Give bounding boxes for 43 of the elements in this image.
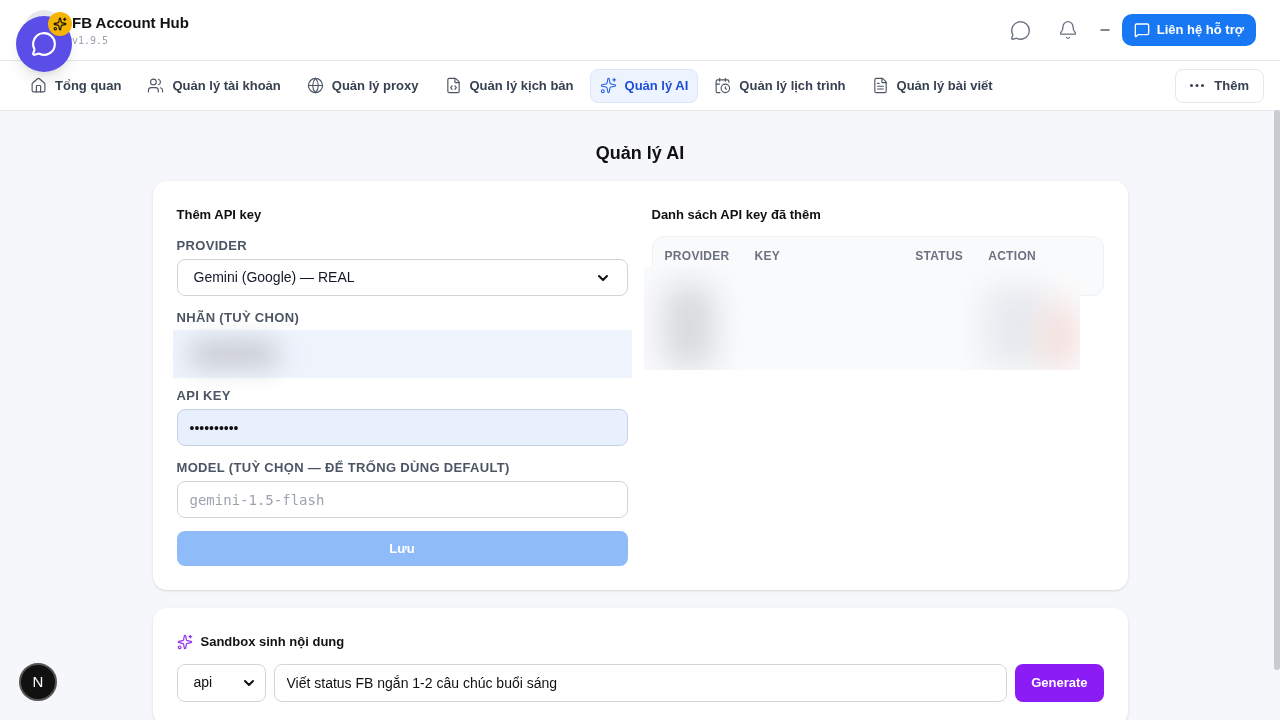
section-title: Sandbox sinh nội dung bbox=[200, 633, 345, 651]
nav-tab[interactable]: Quản lý bài viết bbox=[861, 68, 1003, 103]
nav-tab[interactable]: Quản lý tài khoản bbox=[137, 68, 291, 103]
field-label: API KEY bbox=[176, 388, 231, 403]
more-button[interactable]: Thêm bbox=[1175, 68, 1264, 103]
calendar-clock-icon bbox=[714, 77, 732, 94]
section-title: Thêm API key bbox=[176, 207, 262, 222]
field-label: PROVIDER bbox=[176, 238, 247, 253]
column-header: PROVIDER bbox=[664, 248, 730, 265]
nav-tab[interactable]: Quản lý kịch bản bbox=[434, 68, 584, 103]
nav-tab[interactable]: Quản lý proxy bbox=[296, 68, 429, 103]
sparkles-icon bbox=[176, 633, 193, 650]
prompt-input[interactable]: Viết status FB ngắn 1-2 câu chúc buổi sáng bbox=[273, 663, 1008, 702]
column-header: ACTION bbox=[988, 248, 1036, 265]
nav-tab[interactable]: Quản lý AI bbox=[589, 68, 699, 103]
home-icon bbox=[30, 77, 47, 94]
section-title: Danh sách API key đã thêm bbox=[651, 207, 821, 222]
more-icon bbox=[1190, 84, 1205, 87]
generate-button[interactable]: Generate bbox=[1015, 663, 1104, 702]
notification-bell-icon[interactable] bbox=[1057, 20, 1078, 40]
nav-tab[interactable]: Quản lý lịch trình bbox=[704, 68, 856, 103]
chat-icon[interactable] bbox=[1009, 19, 1031, 41]
sparkles-icon bbox=[599, 77, 617, 94]
app-title: FB Account Hub bbox=[72, 13, 189, 34]
nav-tab[interactable]: Tổng quan bbox=[20, 68, 132, 103]
api-key-input[interactable]: •••••••••• bbox=[176, 409, 628, 446]
field-label: NHÃN (TUỲ CHON) bbox=[176, 310, 300, 325]
support-button[interactable]: Liên hệ hỗ trợ bbox=[1121, 14, 1256, 46]
document-icon bbox=[871, 77, 889, 94]
users-icon bbox=[147, 77, 165, 94]
blurred-input-field[interactable] bbox=[172, 330, 632, 378]
model-input[interactable]: gemini-1.5-flash bbox=[176, 481, 628, 518]
message-icon bbox=[1133, 22, 1150, 38]
version-label: v1.9.5 bbox=[72, 33, 110, 48]
globe-icon bbox=[306, 77, 324, 94]
column-header: KEY bbox=[754, 248, 781, 265]
provider-select[interactable]: Gemini (Google) — REAL bbox=[176, 259, 628, 296]
page-title: Quản lý AI bbox=[595, 142, 685, 165]
mode-select[interactable]: api bbox=[176, 663, 266, 702]
dev-badge[interactable]: N bbox=[19, 663, 57, 701]
code-file-icon bbox=[444, 77, 462, 94]
field-label: MODEL (TUỲ CHỌN — ĐỂ TRỐNG DÙNG DEFAULT) bbox=[176, 460, 510, 475]
column-header: STATUS bbox=[915, 248, 964, 265]
